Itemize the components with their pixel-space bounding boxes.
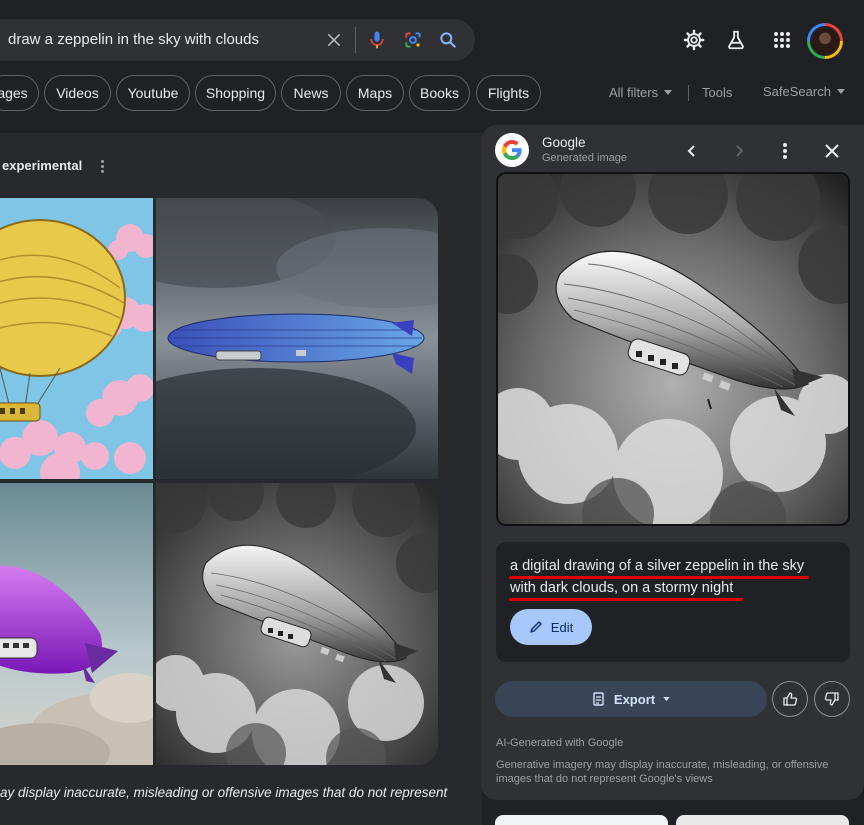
prompt-text-line-1: a digital drawing of a silver zeppelin i…	[510, 558, 805, 574]
more-vertical-icon[interactable]	[774, 140, 796, 162]
avatar-photo	[810, 26, 840, 56]
tools-button[interactable]: Tools	[702, 85, 732, 100]
image-grid	[0, 198, 438, 765]
edit-button[interactable]: Edit	[510, 609, 592, 645]
ai-generated-note: Generative imagery may display inaccurat…	[496, 759, 829, 785]
search-divider	[355, 27, 356, 53]
thumbs-down-button[interactable]	[814, 681, 850, 717]
all-filters-label: All filters	[609, 85, 659, 100]
export-doc-icon	[593, 692, 604, 706]
ai-generated-label: AI-Generated with Google	[496, 737, 624, 749]
account-avatar[interactable]	[807, 23, 843, 59]
edit-label: Edit	[550, 619, 574, 635]
search-input[interactable]: draw a zeppelin in the sky with clouds	[8, 31, 259, 48]
highlight-underline-2	[509, 598, 743, 601]
panel-subtitle: Generated image	[542, 152, 627, 164]
tab-shopping[interactable]: Shopping	[195, 75, 276, 111]
google-lens-icon[interactable]	[402, 29, 424, 51]
generated-image-4[interactable]	[156, 483, 438, 765]
tab-maps[interactable]: Maps	[346, 75, 404, 111]
panel-title: Google	[542, 135, 586, 150]
highlight-underline-1	[509, 576, 809, 579]
thumbs-up-icon	[783, 692, 798, 706]
tab-youtube[interactable]: Youtube	[116, 75, 190, 111]
generative-disclaimer: ay display inaccurate, misleading or off…	[0, 785, 448, 800]
generated-image-2[interactable]	[156, 198, 438, 479]
google-logo-icon	[495, 133, 529, 167]
safesearch-label: SafeSearch	[763, 84, 831, 99]
search-bar[interactable]: draw a zeppelin in the sky with clouds	[0, 19, 475, 61]
caret-down-icon	[663, 697, 670, 701]
export-label: Export	[613, 691, 656, 707]
microphone-icon[interactable]	[366, 29, 388, 51]
previous-chevron-icon[interactable]	[681, 140, 703, 162]
generated-image-1[interactable]	[0, 198, 153, 479]
generated-image-3[interactable]	[0, 483, 153, 765]
section-title: experimental	[2, 158, 83, 173]
tab-books[interactable]: Books	[409, 75, 470, 111]
more-options-icon[interactable]	[96, 156, 108, 176]
settings-gear-icon[interactable]	[682, 28, 706, 52]
tab-videos[interactable]: Videos	[44, 75, 111, 111]
prompt-card: a digital drawing of a silver zeppelin i…	[496, 542, 850, 662]
labs-flask-icon[interactable]	[724, 28, 748, 52]
next-chevron-icon[interactable]	[728, 140, 750, 162]
export-button[interactable]: Export	[495, 681, 767, 717]
thumbs-down-icon	[824, 692, 839, 706]
image-detail-panel: Google Generated image a digital drawing…	[481, 125, 864, 800]
tools-label: Tools	[702, 85, 733, 100]
apps-grid-icon[interactable]	[770, 28, 794, 52]
close-icon[interactable]	[821, 140, 843, 162]
caret-down-icon	[664, 90, 673, 95]
prompt-text-line-2: with dark clouds, on a stormy night	[510, 580, 734, 596]
filter-divider	[688, 85, 689, 101]
caret-down-icon	[836, 89, 845, 94]
pencil-icon	[530, 621, 542, 633]
tab-images[interactable]: ages	[0, 75, 39, 111]
related-card-1[interactable]	[495, 815, 668, 825]
tab-flights[interactable]: Flights	[476, 75, 541, 111]
search-icon[interactable]	[437, 29, 459, 51]
tab-news[interactable]: News	[281, 75, 341, 111]
clear-icon[interactable]	[323, 29, 345, 51]
related-card-2[interactable]	[676, 815, 849, 825]
selected-generated-image[interactable]	[496, 172, 850, 526]
thumbs-up-button[interactable]	[772, 681, 808, 717]
all-filters-button[interactable]: All filters	[609, 85, 673, 100]
safesearch-button[interactable]: SafeSearch	[763, 84, 845, 99]
